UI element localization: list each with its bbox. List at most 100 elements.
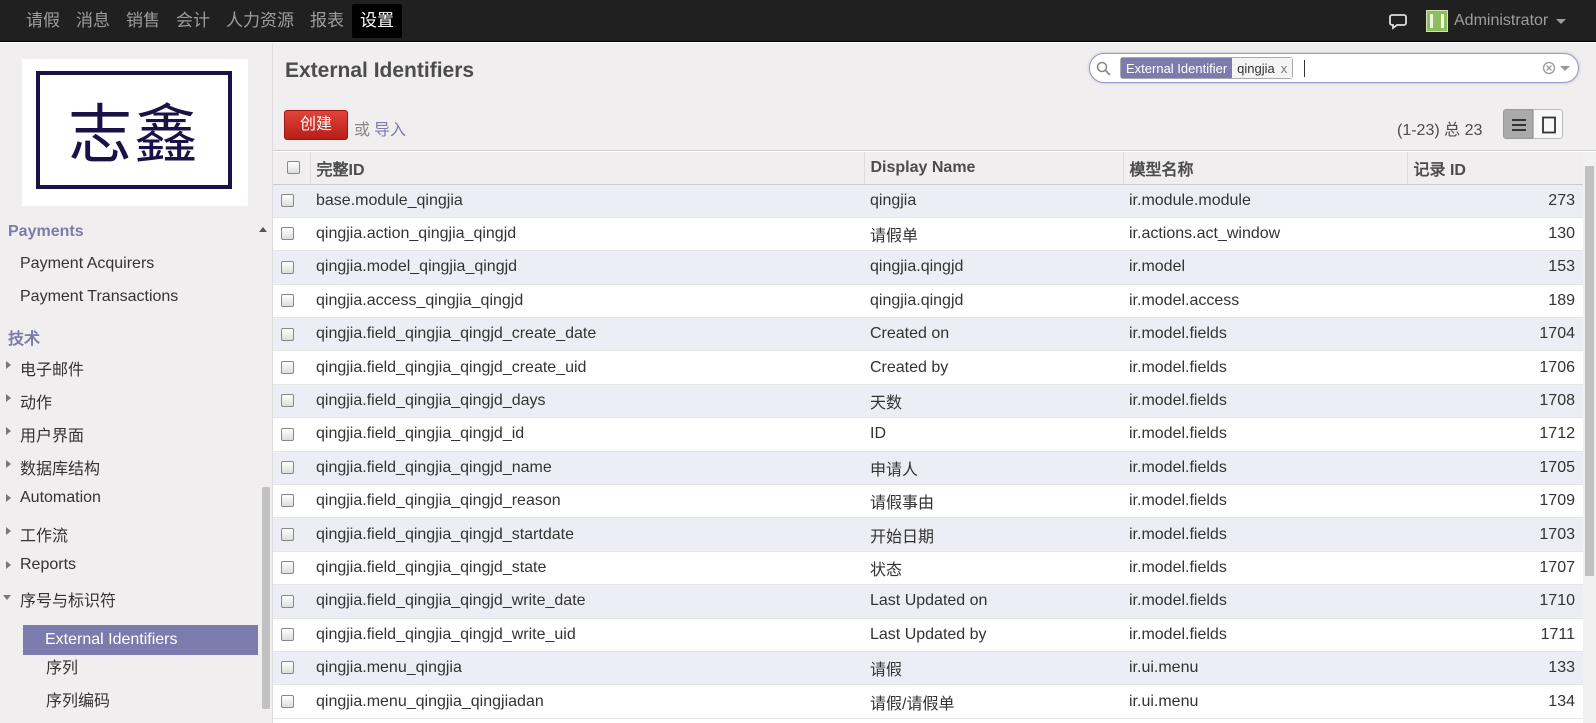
company-logo: 志鑫: [22, 59, 248, 206]
table-row[interactable]: qingjia.field_qingjia_qingjd_reason 请假事由 i…: [273, 484, 1583, 518]
sidebar-item-sequences-identifiers[interactable]: 序号与标识符: [20, 587, 116, 611]
row-checkbox[interactable]: [281, 394, 294, 408]
cell-model-name: ir.model.fields: [1129, 525, 1227, 543]
expand-arrow-icon[interactable]: [6, 427, 11, 435]
clear-icon[interactable]: [1542, 61, 1556, 75]
sidebar-item-sequence-codes[interactable]: 序列编码: [46, 687, 110, 711]
search-options-icon[interactable]: [1560, 66, 1570, 71]
facet-value: qingjia: [1237, 61, 1275, 76]
cell-display-name: Created on: [870, 325, 950, 343]
topnav-item-sales[interactable]: 销售: [118, 4, 168, 38]
table-row[interactable]: base.module_qingjia qingjia ir.module.modu…: [273, 184, 1583, 218]
cell-model-name: ir.actions.act_window: [1129, 225, 1281, 243]
table-row[interactable]: qingjia.field_qingjia_qingjd_state 状态 ir.m…: [273, 551, 1583, 585]
table-scrollbar[interactable]: [1583, 152, 1596, 723]
sidebar-item-workflow[interactable]: 工作流: [20, 522, 68, 546]
table-row[interactable]: qingjia.field_qingjia_qingjd_startdate 开始…: [273, 517, 1583, 552]
expand-arrow-icon[interactable]: [6, 361, 11, 369]
sidebar-item-external-identifiers[interactable]: External Identifiers: [23, 625, 258, 655]
pager-value[interactable]: (1-23) 总 23: [1397, 116, 1482, 140]
list-view-button[interactable]: [1503, 109, 1533, 139]
expand-arrow-icon[interactable]: [6, 527, 11, 535]
row-checkbox[interactable]: [281, 327, 294, 341]
sidebar-section-technical[interactable]: 技术: [8, 325, 40, 349]
cell-record-id: 133: [1548, 659, 1575, 677]
topnav-item-leave[interactable]: 请假: [18, 4, 68, 38]
search-input[interactable]: [1304, 60, 1305, 77]
form-view-button[interactable]: [1533, 109, 1563, 139]
row-checkbox[interactable]: [281, 427, 294, 441]
sidebar-item-ui[interactable]: 用户界面: [20, 422, 84, 446]
row-checkbox[interactable]: [281, 461, 294, 475]
table-row[interactable]: qingjia.field_qingjia_qingjd_name 申请人 ir.m…: [273, 451, 1583, 485]
expand-arrow-icon[interactable]: [6, 561, 11, 569]
row-checkbox[interactable]: [281, 561, 294, 575]
row-checkbox[interactable]: [281, 494, 294, 508]
table-row[interactable]: qingjia.menu_qingjia 请假 ir.ui.menu 133: [273, 651, 1583, 685]
column-header-display-name[interactable]: Display Name: [863, 152, 1123, 185]
collapse-up-icon[interactable]: [259, 227, 267, 232]
row-checkbox[interactable]: [281, 594, 294, 608]
sidebar-section-payments[interactable]: Payments: [8, 223, 84, 241]
cell-model-name: ir.model.fields: [1129, 358, 1227, 376]
expand-arrow-icon[interactable]: [6, 460, 11, 468]
row-checkbox[interactable]: [281, 628, 294, 642]
sidebar-item-reports[interactable]: Reports: [20, 556, 76, 574]
table-row[interactable]: qingjia.access_qingjia_qingjd qingjia.qin…: [273, 284, 1583, 318]
cell-complete-id: qingjia.field_qingjia_qingjd_id: [316, 425, 525, 443]
cell-complete-id: qingjia.action_qingjia_qingjd: [316, 225, 517, 243]
table-row[interactable]: qingjia.field_qingjia_qingjd_write_uid La…: [273, 618, 1583, 652]
table-row[interactable]: qingjia.action_qingjia_qingjd 请假单 ir.actio…: [273, 217, 1583, 251]
search-bar[interactable]: External Identifier qingjia x: [1089, 53, 1579, 83]
sidebar-scrollbar[interactable]: [262, 487, 270, 709]
sidebar-item-actions[interactable]: 动作: [20, 389, 52, 413]
sidebar-item-payment-acquirers[interactable]: Payment Acquirers: [20, 255, 154, 273]
row-checkbox[interactable]: [281, 527, 294, 541]
scrollbar-thumb[interactable]: [1585, 166, 1594, 576]
create-button[interactable]: 创建: [284, 110, 348, 140]
sidebar-item-sequences[interactable]: 序列: [46, 654, 78, 678]
row-checkbox[interactable]: [281, 227, 294, 241]
import-link[interactable]: 导入: [374, 116, 406, 140]
row-checkbox[interactable]: [281, 260, 294, 274]
sidebar-item-payment-transactions[interactable]: Payment Transactions: [20, 288, 178, 306]
table-row[interactable]: qingjia.field_qingjia_qingjd_create_uid C…: [273, 350, 1583, 385]
table-row[interactable]: qingjia.field_qingjia_qingjd_create_date…: [273, 317, 1583, 351]
cell-display-name: 天数: [870, 395, 903, 413]
search-facet[interactable]: External Identifier qingjia x: [1120, 57, 1294, 79]
topnav-item-accounting[interactable]: 会计: [168, 4, 218, 38]
cell-model-name: ir.model.fields: [1129, 392, 1227, 410]
select-all-checkbox[interactable]: [287, 161, 300, 175]
expand-arrow-icon[interactable]: [6, 494, 11, 502]
topnav-item-messages[interactable]: 消息: [68, 4, 118, 38]
topnav-item-settings[interactable]: 设置: [352, 4, 402, 38]
topnav-item-hr[interactable]: 人力资源: [218, 4, 302, 38]
row-checkbox[interactable]: [281, 193, 294, 207]
sidebar-item-database-structure[interactable]: 数据库结构: [20, 455, 100, 479]
expand-arrow-icon[interactable]: [6, 394, 11, 402]
table-row[interactable]: qingjia.field_qingjia_qingjd_days 天数 ir.mo…: [273, 384, 1583, 418]
table-row[interactable]: qingjia.field_qingjia_qingjd_write_date L…: [273, 584, 1583, 619]
cell-model-name: ir.ui.menu: [1129, 692, 1199, 710]
sidebar-item-automation[interactable]: Automation: [20, 489, 101, 507]
column-header-complete-id[interactable]: 完整ID: [309, 152, 864, 185]
sidebar-item-email[interactable]: 电子邮件: [20, 356, 84, 380]
row-checkbox[interactable]: [281, 694, 294, 708]
row-checkbox[interactable]: [281, 661, 294, 675]
cell-record-id: 273: [1548, 191, 1575, 209]
logo-text: 志鑫: [68, 99, 200, 173]
column-header-model-name[interactable]: 模型名称: [1122, 152, 1407, 185]
cell-model-name: ir.model.fields: [1129, 425, 1227, 443]
row-checkbox[interactable]: [281, 294, 294, 308]
chat-icon[interactable]: [1389, 12, 1407, 30]
table-row[interactable]: qingjia.menu_qingjia_qingjiadan 请假/请假单 ir.…: [273, 684, 1583, 719]
table-row[interactable]: qingjia.field_qingjia_qingjd_id ID ir.mode…: [273, 417, 1583, 452]
cell-complete-id: qingjia.field_qingjia_qingjd_days: [316, 392, 546, 410]
topnav-item-reports[interactable]: 报表: [302, 4, 352, 38]
collapse-arrow-icon[interactable]: [3, 595, 11, 600]
facet-remove-icon[interactable]: x: [1281, 61, 1288, 76]
user-menu[interactable]: Administrator: [1426, 10, 1567, 32]
row-checkbox[interactable]: [281, 360, 294, 374]
column-header-record-id[interactable]: 记录 ID: [1406, 152, 1583, 185]
table-row[interactable]: qingjia.model_qingjia_qingjd qingjia.qing…: [273, 250, 1583, 285]
